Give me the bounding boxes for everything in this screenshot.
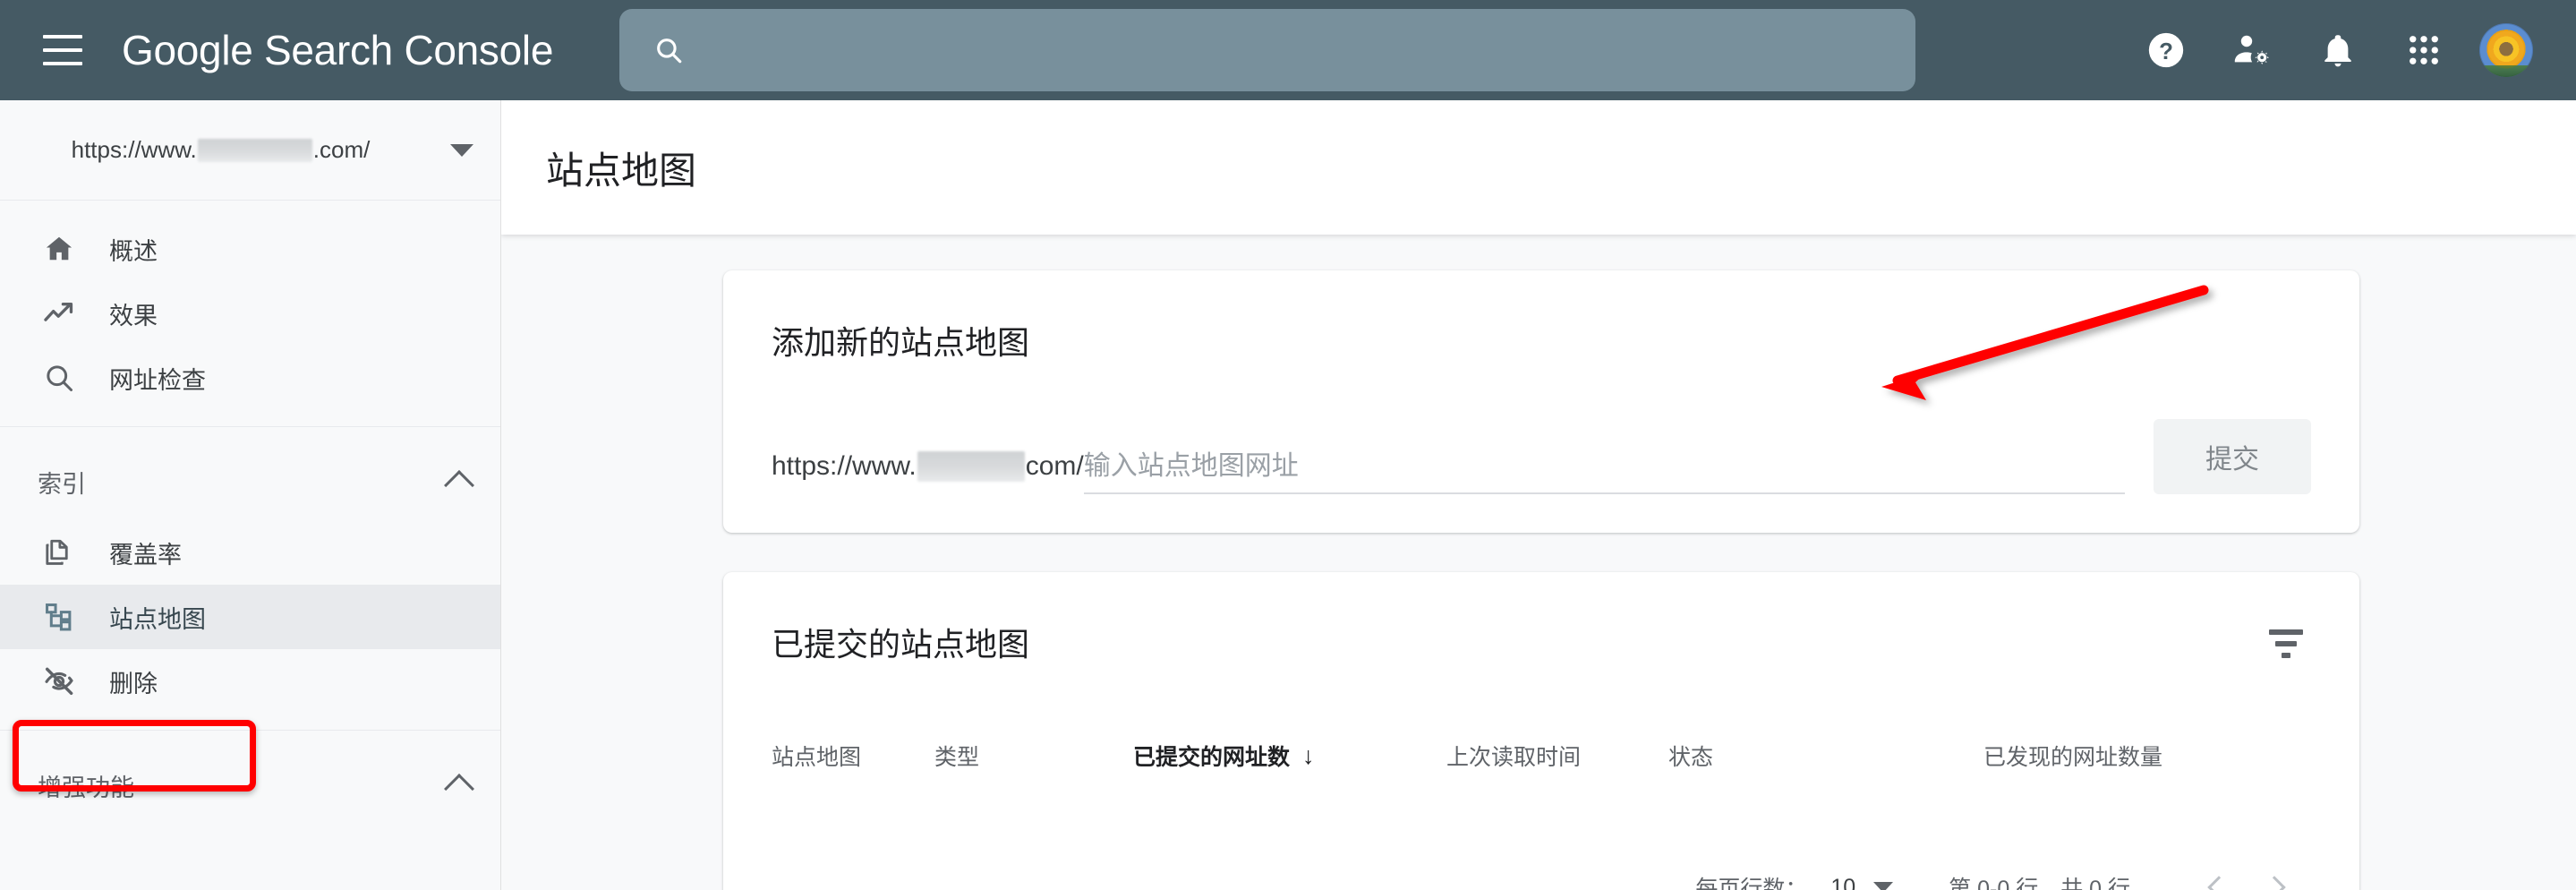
search-icon xyxy=(653,35,684,65)
table-header-row: 站点地图 类型 已提交的网址数 ↓ 上次读取时间 状态 已发现的网址数量 xyxy=(772,732,2311,780)
page-header: 站点地图 xyxy=(501,100,2576,235)
property-url-suffix: .com/ xyxy=(312,136,371,163)
submitted-sitemaps-card: 已提交的站点地图 站点地图 类型 已提交的网址数 ↓ 上次读取时间 状态 已发现… xyxy=(723,572,2359,890)
app-brand-title: Google Search Console xyxy=(122,26,553,74)
add-sitemap-card: 添加新的站点地图 https://www. com/ 提交 xyxy=(723,270,2359,533)
sidebar-item-sitemaps[interactable]: 站点地图 xyxy=(0,585,500,649)
page-title: 站点地图 xyxy=(546,149,697,192)
chevron-up-icon[interactable] xyxy=(444,470,474,501)
url-suffix-text: com/ xyxy=(1025,451,1084,481)
user-settings-icon[interactable] xyxy=(2209,7,2295,93)
brand-google: Google xyxy=(122,27,265,73)
sidebar-item-overview[interactable]: 概述 xyxy=(0,217,500,281)
sitemap-icon xyxy=(38,595,81,638)
search-console-app: Google Search Console ? https://www. .co… xyxy=(0,0,2576,890)
filter-list-icon[interactable] xyxy=(2261,619,2311,669)
sidebar-item-label: 站点地图 xyxy=(109,605,206,633)
chevron-down-icon[interactable] xyxy=(450,143,473,157)
column-header-discovered-urls[interactable]: 已发现的网址数量 xyxy=(1983,740,2162,772)
sitemap-url-input[interactable] xyxy=(1083,451,2125,482)
content-area: 添加新的站点地图 https://www. com/ 提交 已提交的站点地 xyxy=(501,235,2576,890)
search-icon xyxy=(38,356,81,399)
rows-per-page-label: 每页行数： xyxy=(1695,877,1808,890)
table-pagination: 每页行数： 10 第 0-0 行，共 0 行 xyxy=(772,851,2311,890)
sidebar-item-label: 概述 xyxy=(109,237,158,265)
sidebar-item-label: 效果 xyxy=(109,302,158,329)
rows-per-page-select[interactable]: 10 xyxy=(1830,874,1894,890)
caret-down-icon xyxy=(1873,882,1894,890)
notifications-bell-icon[interactable] xyxy=(2295,7,2381,93)
chevron-right-icon xyxy=(2263,876,2286,890)
sidebar-item-coverage[interactable]: 覆盖率 xyxy=(0,520,500,585)
url-prefix-text: https://www. xyxy=(772,451,917,481)
redacted-domain xyxy=(197,138,312,162)
sidebar-nav: https://www. .com/ 概述 效果 网址检查 索引 覆盖率 站点地… xyxy=(0,100,501,890)
sort-descending-icon: ↓ xyxy=(1302,741,1315,769)
help-icon[interactable]: ? xyxy=(2123,7,2209,93)
pagination-range-text: 第 0-0 行，共 0 行 xyxy=(1949,877,2130,890)
table-body-empty xyxy=(772,780,2311,832)
add-sitemap-row: https://www. com/ 提交 xyxy=(772,419,2311,494)
coverage-pages-icon xyxy=(38,531,81,574)
column-header-type[interactable]: 类型 xyxy=(934,740,1133,772)
submit-button[interactable]: 提交 xyxy=(2154,419,2311,494)
global-search-bar[interactable] xyxy=(619,9,1915,91)
submitted-sitemaps-title: 已提交的站点地图 xyxy=(772,626,1030,663)
account-avatar[interactable] xyxy=(2479,23,2533,77)
chevron-left-icon xyxy=(2207,876,2231,890)
pagination-next-button[interactable] xyxy=(2247,857,2307,890)
sidebar-item-url-inspection[interactable]: 网址检查 xyxy=(0,346,500,410)
hamburger-menu-icon[interactable] xyxy=(43,35,82,65)
chevron-up-icon[interactable] xyxy=(444,774,474,804)
home-icon xyxy=(38,227,81,270)
column-header-submitted-urls[interactable]: 已提交的网址数 ↓ xyxy=(1133,740,1446,772)
main-content: 站点地图 添加新的站点地图 https://www. com/ 提交 xyxy=(501,100,2576,890)
column-header-label: 已提交的网址数 xyxy=(1133,745,1291,770)
sidebar-item-label: 网址检查 xyxy=(109,366,206,394)
eye-off-icon xyxy=(38,660,81,703)
sidebar-item-label: 删除 xyxy=(109,670,158,697)
sidebar-primary-group: 概述 效果 网址检查 xyxy=(0,201,500,427)
sidebar-section-enhancements[interactable]: 增强功能 xyxy=(0,747,500,824)
sitemap-input-underline xyxy=(1083,451,2125,494)
svg-text:?: ? xyxy=(2159,39,2173,64)
pagination-prev-button[interactable] xyxy=(2186,857,2247,890)
sidebar-item-performance[interactable]: 效果 xyxy=(0,281,500,346)
rows-per-page-value: 10 xyxy=(1830,874,1856,890)
column-header-last-read[interactable]: 上次读取时间 xyxy=(1446,740,1668,772)
apps-grid-icon[interactable] xyxy=(2381,7,2467,93)
submitted-sitemaps-header: 已提交的站点地图 xyxy=(772,572,2311,665)
sidebar-enhancements-group: 增强功能 xyxy=(0,731,500,840)
property-selector-label: https://www. .com/ xyxy=(0,136,441,164)
sidebar-section-title: 增强功能 xyxy=(38,774,134,801)
trending-up-icon xyxy=(38,292,81,335)
sidebar-item-removals[interactable]: 删除 xyxy=(0,649,500,714)
add-sitemap-title: 添加新的站点地图 xyxy=(772,324,1030,361)
top-bar-actions: ? xyxy=(2123,0,2538,100)
property-url-prefix: https://www. xyxy=(71,136,197,163)
sidebar-section-title: 索引 xyxy=(38,470,86,498)
column-header-sitemap[interactable]: 站点地图 xyxy=(772,740,934,772)
brand-search-console: Search Console xyxy=(264,27,554,73)
sidebar-section-index[interactable]: 索引 xyxy=(0,443,500,520)
sidebar-item-label: 覆盖率 xyxy=(109,541,182,569)
redacted-domain xyxy=(917,451,1025,482)
search-input[interactable] xyxy=(684,9,1915,91)
column-header-status[interactable]: 状态 xyxy=(1668,740,1983,772)
sidebar-index-group: 索引 覆盖率 站点地图 删除 xyxy=(0,427,500,731)
property-selector[interactable]: https://www. .com/ xyxy=(0,100,500,201)
sitemap-url-prefix: https://www. com/ xyxy=(772,451,1084,494)
top-app-bar: Google Search Console ? xyxy=(0,0,2576,100)
